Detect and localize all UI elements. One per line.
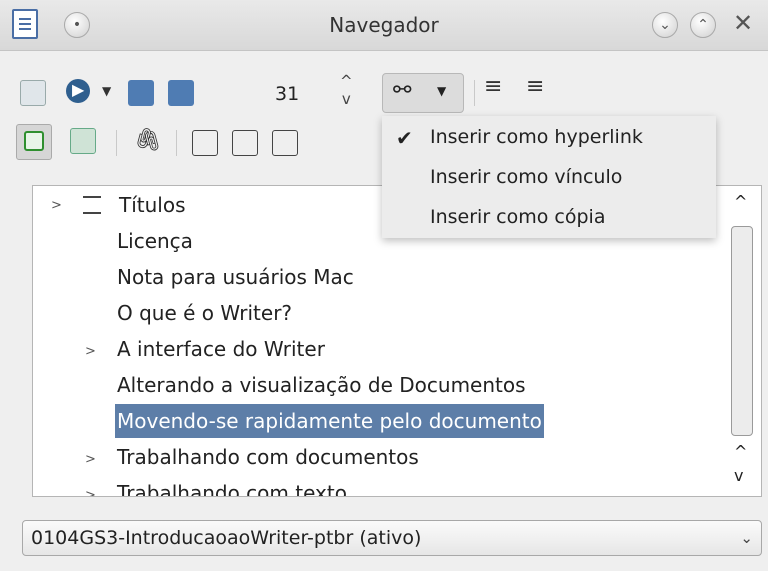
expand-icon[interactable]: > (85, 488, 96, 496)
expand-icon[interactable]: > (85, 452, 96, 467)
separator (176, 130, 177, 156)
scroll-up-icon[interactable]: ^ (734, 442, 747, 461)
menu-item-insert-link[interactable]: Inserir como vínculo (430, 166, 622, 188)
scroll-down-icon[interactable]: v (734, 466, 743, 485)
tree-item[interactable]: O que é o Writer? (117, 296, 292, 330)
document-selector-value: 0104GS3-IntroducaoaoWriter-ptbr (ativo) (31, 527, 422, 549)
tree-item[interactable]: Trabalhando com documentos (117, 440, 419, 474)
content-view-icon[interactable] (20, 80, 46, 106)
chevron-down-icon: ▼ (437, 84, 447, 98)
tree-item-selected[interactable]: Movendo-se rapidamente pelo documento (115, 404, 544, 438)
tree-item[interactable]: Nota para usuários Mac (117, 260, 354, 294)
navigation-dropdown-icon[interactable]: ▼ (102, 84, 111, 98)
drag-mode-button[interactable]: ⚯ ▼ (382, 73, 464, 113)
scroll-thumb[interactable] (731, 226, 753, 436)
previous-item-icon[interactable] (128, 80, 154, 106)
separator (116, 130, 117, 156)
spin-value[interactable]: 31 (275, 83, 299, 105)
tree-item[interactable]: Títulos (119, 188, 186, 222)
separator (474, 80, 475, 106)
link-icon: ⚯ (393, 78, 412, 103)
toggle-icon[interactable] (70, 128, 96, 154)
tree-item[interactable]: Licença (117, 224, 193, 258)
menu-item-insert-copy[interactable]: Inserir como cópia (430, 206, 605, 228)
expand-icon[interactable]: > (51, 198, 62, 213)
spin-arrows-icon[interactable]: ^ v (340, 72, 353, 108)
header-icon[interactable] (192, 130, 218, 156)
tree-item[interactable]: Alterando a visualização de Documentos (117, 368, 526, 402)
chevron-down-icon: ⌄ (740, 529, 753, 547)
next-item-icon[interactable] (168, 80, 194, 106)
close-button[interactable]: ✕ (733, 9, 753, 37)
document-selector[interactable]: 0104GS3-IntroducaoaoWriter-ptbr (ativo) … (22, 520, 762, 556)
title-bar: • Navegador ⌄ ⌃ ✕ (0, 0, 768, 51)
promote-level-icon[interactable]: ≡ (484, 74, 502, 99)
tree-item[interactable]: A interface do Writer (117, 332, 325, 366)
footer-icon[interactable] (232, 130, 258, 156)
expand-icon[interactable]: > (85, 344, 96, 359)
minimize-button[interactable]: ⌄ (652, 12, 678, 38)
scroll-up-icon[interactable]: ^ (734, 192, 747, 211)
vertical-scrollbar[interactable]: ^ ^ v (728, 190, 758, 495)
demote-level-icon[interactable]: ≡ (526, 74, 544, 99)
paperclip-icon[interactable]: 🖇 (134, 128, 162, 153)
play-glyph-icon: ▶ (72, 80, 85, 99)
checkmark-icon: ✔ (396, 126, 413, 150)
menu-item-insert-hyperlink[interactable]: Inserir como hyperlink (430, 126, 643, 148)
anchor-icon[interactable] (272, 130, 298, 156)
maximize-button[interactable]: ⌃ (690, 12, 716, 38)
headings-icon (83, 196, 101, 214)
checkbox-icon (24, 131, 44, 151)
insert-mode-menu: ✔ Inserir como hyperlink Inserir como ví… (382, 116, 716, 238)
tree-item[interactable]: Trabalhando com texto (117, 476, 347, 496)
